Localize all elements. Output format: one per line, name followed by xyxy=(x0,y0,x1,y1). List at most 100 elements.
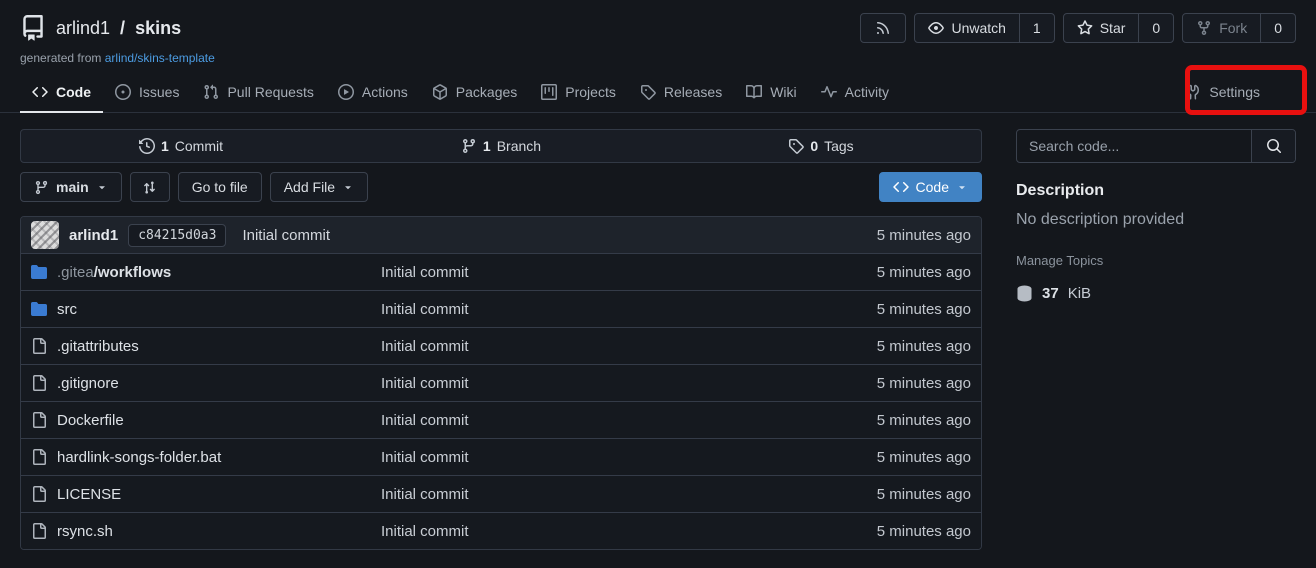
file-icon xyxy=(31,412,47,428)
tags-stat[interactable]: 0 Tags xyxy=(661,138,981,154)
file-commit-message[interactable]: Initial commit xyxy=(381,412,877,429)
tab-packages[interactable]: Packages xyxy=(420,72,529,112)
star-label: Star xyxy=(1100,20,1126,36)
tab-pull-requests[interactable]: Pull Requests xyxy=(191,72,325,112)
repo-title: arlind1 / skins xyxy=(20,15,181,41)
file-commit-message[interactable]: Initial commit xyxy=(381,375,877,392)
file-commit-message[interactable]: Initial commit xyxy=(381,449,877,466)
file-icon xyxy=(31,338,47,354)
star-button[interactable]: Star xyxy=(1064,14,1139,42)
file-name-link[interactable]: Dockerfile xyxy=(57,412,124,429)
tab-code-label: Code xyxy=(56,84,91,100)
avatar[interactable] xyxy=(31,221,59,249)
tab-settings-label: Settings xyxy=(1209,84,1260,100)
go-to-file-button[interactable]: Go to file xyxy=(178,172,262,202)
file-name-link[interactable]: LICENSE xyxy=(57,486,121,503)
file-commit-time: 5 minutes ago xyxy=(877,338,971,355)
file-row[interactable]: .gitignore Initial commit 5 minutes ago xyxy=(21,364,981,401)
repo-name-link[interactable]: skins xyxy=(135,18,181,39)
branch-selector[interactable]: main xyxy=(20,172,122,202)
file-name-cell[interactable]: hardlink-songs-folder.bat xyxy=(31,449,381,466)
fork-button[interactable]: Fork xyxy=(1183,14,1260,42)
search-button[interactable] xyxy=(1251,130,1295,162)
tab-packages-label: Packages xyxy=(456,84,517,100)
repo-stats-bar: 1 Commit 1 Branch 0 Tags xyxy=(20,129,982,163)
file-name-link[interactable]: .gitattributes xyxy=(57,338,139,355)
file-name-cell[interactable]: src xyxy=(31,301,381,318)
file-name-text: hardlink-songs-folder.bat xyxy=(57,449,221,466)
stars-count[interactable]: 0 xyxy=(1138,14,1173,42)
file-commit-message[interactable]: Initial commit xyxy=(381,301,877,318)
file-name-text: .gitattributes xyxy=(57,338,139,355)
repo-owner-link[interactable]: arlind1 xyxy=(56,18,110,39)
commit-author-link[interactable]: arlind1 xyxy=(69,227,118,244)
compare-icon xyxy=(142,180,157,195)
fork-button-group: Fork 0 xyxy=(1182,13,1296,43)
file-name-link[interactable]: rsync.sh xyxy=(57,523,113,540)
package-icon xyxy=(432,84,448,100)
commit-time: 5 minutes ago xyxy=(877,227,971,244)
file-name-cell[interactable]: .gitea/workflows xyxy=(31,264,381,281)
file-row[interactable]: rsync.sh Initial commit 5 minutes ago xyxy=(21,512,981,549)
file-name-link[interactable]: hardlink-songs-folder.bat xyxy=(57,449,221,466)
tag-icon xyxy=(640,84,656,100)
file-row[interactable]: .gitea/workflows Initial commit 5 minute… xyxy=(21,253,981,290)
code-icon xyxy=(32,84,48,100)
commits-stat[interactable]: 1 Commit xyxy=(21,138,341,154)
tab-code[interactable]: Code xyxy=(20,72,103,113)
branches-stat[interactable]: 1 Branch xyxy=(341,138,661,154)
current-branch-label: main xyxy=(56,179,89,195)
unwatch-label: Unwatch xyxy=(951,20,1005,36)
file-commit-message[interactable]: Initial commit xyxy=(381,486,877,503)
file-name-cell[interactable]: Dockerfile xyxy=(31,412,381,429)
folder-icon xyxy=(31,301,47,317)
search-input[interactable] xyxy=(1017,130,1251,162)
chevron-down-icon xyxy=(956,181,968,193)
commit-hash-badge[interactable]: c84215d0a3 xyxy=(128,224,226,247)
file-name-text: src xyxy=(57,301,77,318)
file-commit-time: 5 minutes ago xyxy=(877,375,971,392)
file-commit-time: 5 minutes ago xyxy=(877,449,971,466)
compare-button[interactable] xyxy=(130,172,170,202)
file-name-text: rsync.sh xyxy=(57,523,113,540)
file-name-cell[interactable]: LICENSE xyxy=(31,486,381,503)
file-name-cell[interactable]: rsync.sh xyxy=(31,523,381,540)
file-commit-time: 5 minutes ago xyxy=(877,486,971,503)
file-commit-message[interactable]: Initial commit xyxy=(381,523,877,540)
commit-message-link[interactable]: Initial commit xyxy=(242,227,330,244)
file-name-text: .gitignore xyxy=(57,375,119,392)
tab-projects[interactable]: Projects xyxy=(529,72,628,112)
file-name-link[interactable]: src xyxy=(57,301,77,318)
file-row[interactable]: .gitattributes Initial commit 5 minutes … xyxy=(21,327,981,364)
add-file-label: Add File xyxy=(284,179,335,195)
file-row[interactable]: hardlink-songs-folder.bat Initial commit… xyxy=(21,438,981,475)
file-commit-message[interactable]: Initial commit xyxy=(381,264,877,281)
manage-topics-link[interactable]: Manage Topics xyxy=(1016,253,1296,268)
template-repo-link[interactable]: arlind/skins-template xyxy=(105,51,215,65)
rss-button[interactable] xyxy=(860,13,906,43)
tab-issues-label: Issues xyxy=(139,84,179,100)
file-name-link[interactable]: .gitignore xyxy=(57,375,119,392)
tab-wiki[interactable]: Wiki xyxy=(734,72,808,112)
tab-issues[interactable]: Issues xyxy=(103,72,191,112)
file-icon xyxy=(31,449,47,465)
watchers-count[interactable]: 1 xyxy=(1019,14,1054,42)
file-name-cell[interactable]: .gitattributes xyxy=(31,338,381,355)
file-table: arlind1 c84215d0a3 Initial commit 5 minu… xyxy=(20,216,982,550)
issue-icon xyxy=(115,84,131,100)
unwatch-button[interactable]: Unwatch xyxy=(915,14,1018,42)
tab-actions[interactable]: Actions xyxy=(326,72,420,112)
forks-count[interactable]: 0 xyxy=(1260,14,1295,42)
file-row[interactable]: src Initial commit 5 minutes ago xyxy=(21,290,981,327)
file-name-cell[interactable]: .gitignore xyxy=(31,375,381,392)
chevron-down-icon xyxy=(96,181,108,193)
tab-activity[interactable]: Activity xyxy=(809,72,901,112)
code-download-button[interactable]: Code xyxy=(879,172,982,202)
add-file-button[interactable]: Add File xyxy=(270,172,368,202)
tab-settings[interactable]: Settings xyxy=(1173,72,1272,112)
file-row[interactable]: Dockerfile Initial commit 5 minutes ago xyxy=(21,401,981,438)
tab-releases[interactable]: Releases xyxy=(628,72,734,112)
file-row[interactable]: LICENSE Initial commit 5 minutes ago xyxy=(21,475,981,512)
file-commit-message[interactable]: Initial commit xyxy=(381,338,877,355)
file-name-link[interactable]: .gitea/workflows xyxy=(57,264,171,281)
